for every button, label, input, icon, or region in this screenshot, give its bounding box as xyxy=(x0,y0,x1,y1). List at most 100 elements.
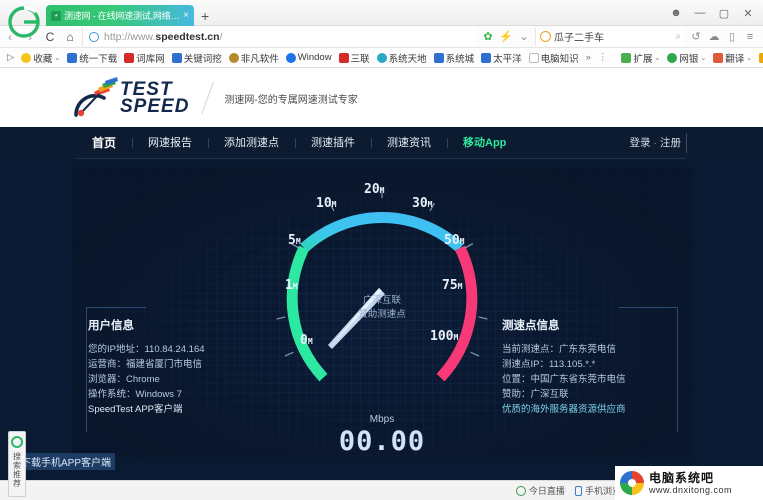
server-info-ip: 测速点IP：113.105.*.* xyxy=(502,359,596,370)
status-live-button[interactable]: 今日直播 xyxy=(515,484,565,497)
bookmark-apps-icon[interactable]: ▷ xyxy=(4,49,17,67)
url-protocol: http://www. xyxy=(104,30,156,43)
minimize-button[interactable]: — xyxy=(689,2,711,24)
site-icon xyxy=(285,52,296,63)
speed-readout: 00.00 xyxy=(338,426,426,457)
gauge-tick-0: 0M xyxy=(300,333,313,348)
watermark-line1: 电脑系统吧 xyxy=(649,470,715,485)
bookmark-label: 关键词挖 xyxy=(183,53,222,65)
brand-wordmark: TEST SPEED xyxy=(120,78,190,117)
translate-button[interactable]: 翻译 ⌄ xyxy=(710,49,755,67)
bookmark-label: 系统天地 xyxy=(388,53,427,65)
bookmark-label: 扩展 xyxy=(633,53,653,65)
nav-end-tick xyxy=(686,133,687,153)
bookmark-item[interactable]: 系统天地 xyxy=(374,49,430,67)
brand-line1: TEST xyxy=(120,78,173,100)
search-recommend-label: 搜索推荐 xyxy=(12,452,22,488)
auth-separator: · xyxy=(653,137,658,149)
server-info-sponsor-desc[interactable]: 优质的海外服务器资源供应商 xyxy=(500,402,678,417)
bookmark-item[interactable]: 非凡软件 xyxy=(226,49,282,67)
nav-item-plugin[interactable]: 测速插件 xyxy=(295,127,371,159)
panel-frame-left xyxy=(86,307,87,432)
site-tagline: 测速网-您的专属网速测试专家 xyxy=(224,94,358,106)
chevron-down-icon[interactable]: ⌄ xyxy=(517,30,531,43)
app-download-tooltip[interactable]: 下载手机APP客户端 xyxy=(17,453,116,470)
bookmark-item[interactable]: 太平洋 xyxy=(478,49,525,67)
undo-icon[interactable]: ↺ xyxy=(689,30,703,43)
bookmark-label: 网银 xyxy=(679,53,699,65)
site-logo[interactable]: TEST SPEED 测速网-您的专属网速测试专家 xyxy=(72,77,358,119)
browser-tab[interactable]: ◕ 测速网 - 在线网速测试,网络测速 × xyxy=(46,5,194,26)
search-icon[interactable]: ⌕ xyxy=(675,31,681,42)
reload-button[interactable]: C xyxy=(40,27,60,47)
bookmark-item[interactable]: 关键词挖 xyxy=(169,49,225,67)
site-header: TEST SPEED 测速网-您的专属网速测试专家 xyxy=(0,68,763,127)
mobile-icon[interactable]: ▯ xyxy=(725,30,739,43)
tab-title: 测速网 - 在线网速测试,网络测速 xyxy=(64,11,181,21)
phone-icon xyxy=(574,485,582,496)
window-controls: ☻ — ▢ ✕ xyxy=(665,0,759,26)
close-button[interactable]: ✕ xyxy=(737,2,759,24)
bookmark-item[interactable]: 系统城 xyxy=(431,49,478,67)
bookmark-item[interactable]: 词库网 xyxy=(121,49,168,67)
user-info-os: 操作系统：Windows 7 xyxy=(88,389,182,400)
site-info-icon[interactable] xyxy=(89,31,99,42)
search-input[interactable]: 瓜子二手车 xyxy=(554,29,672,44)
menu-icon[interactable]: ≡ xyxy=(743,31,757,43)
address-bar[interactable]: http://www.speedtest.cn/ xyxy=(82,27,477,46)
search-box[interactable]: 瓜子二手车 ⌕ xyxy=(535,27,685,46)
nav-item-mobile-app[interactable]: 移动App xyxy=(447,127,522,159)
settings-icon[interactable]: ✿ xyxy=(481,30,495,43)
chevron-down-icon[interactable]: ⌄ xyxy=(654,54,660,62)
screenshot-button[interactable]: 截图 ⌄ xyxy=(756,49,763,67)
gauge-tick-30: 30M xyxy=(412,196,433,211)
tab-favicon-icon: ◕ xyxy=(51,10,61,21)
status-live-label: 今日直播 xyxy=(528,486,565,496)
bookmark-item[interactable]: 三联 xyxy=(336,49,373,67)
server-info-node: 当前测速点：广东东莞电信 xyxy=(502,344,617,355)
user-info-app-client[interactable]: SpeedTest APP客户端 xyxy=(86,402,264,417)
chevron-down-icon[interactable]: ⌄ xyxy=(700,54,706,62)
bank-button[interactable]: 网银 ⌄ xyxy=(664,49,709,67)
auth-links: 登录 · 注册 xyxy=(630,127,682,159)
tab-close-icon[interactable]: × xyxy=(183,10,189,21)
star-icon xyxy=(21,52,32,63)
site-navigation: 首页 网速报告 添加测速点 测速插件 测速资讯 移动App 登录 · 注册 xyxy=(0,127,763,159)
nav-item-home[interactable]: 首页 xyxy=(76,127,132,159)
gauge-tick-20: 20M xyxy=(364,182,385,197)
bookmarks-more-icon[interactable]: ⋮ xyxy=(595,49,611,67)
chevron-down-icon[interactable]: ⌄ xyxy=(746,54,752,62)
extensions-button[interactable]: 扩展 ⌄ xyxy=(618,49,663,67)
home-button[interactable]: ⌂ xyxy=(60,27,80,47)
bookmark-item[interactable]: Window xyxy=(283,49,335,67)
search-engine-icon[interactable] xyxy=(540,31,551,42)
bookmarks-overflow-button[interactable]: » xyxy=(583,49,594,67)
nav-item-news[interactable]: 测速资讯 xyxy=(371,127,447,159)
new-tab-button[interactable]: + xyxy=(201,6,209,26)
account-icon[interactable]: ☻ xyxy=(665,2,687,24)
chevron-down-icon[interactable]: ⌄ xyxy=(54,54,60,62)
bookmark-item[interactable]: 统一下载 xyxy=(64,49,120,67)
search-recommend-tab[interactable]: 搜索推荐 xyxy=(8,431,26,497)
site-icon xyxy=(338,52,349,63)
nav-item-speed-report[interactable]: 网速报告 xyxy=(132,127,208,159)
panel-frame-top xyxy=(86,307,146,308)
site-icon xyxy=(228,52,239,63)
nav-underline xyxy=(76,158,686,159)
bookmark-item[interactable]: 电脑知识 xyxy=(526,49,582,67)
cloud-icon[interactable]: ☁ xyxy=(707,30,721,43)
gauge-tick-5: 5M xyxy=(288,233,301,248)
site-icon xyxy=(171,52,182,63)
bookmark-item[interactable]: 收藏 ⌄ xyxy=(18,49,63,67)
register-link[interactable]: 注册 xyxy=(660,137,681,149)
bookmark-label: 收藏 xyxy=(33,53,53,65)
tab-strip: ◕ 测速网 - 在线网速测试,网络测速 × + xyxy=(46,4,209,26)
login-link[interactable]: 登录 xyxy=(630,137,651,149)
brand-line2: SPEED xyxy=(120,95,190,117)
maximize-button[interactable]: ▢ xyxy=(713,2,735,24)
user-info-panel: 用户信息 您的IP地址：110.84.24.164 运营商：福建省厦门市电信 浏… xyxy=(86,307,264,432)
lightning-icon[interactable]: ⚡ xyxy=(499,30,513,43)
nav-item-add-node[interactable]: 添加测速点 xyxy=(208,127,295,159)
bookmark-label: 三联 xyxy=(350,53,370,65)
bank-icon xyxy=(667,52,678,63)
